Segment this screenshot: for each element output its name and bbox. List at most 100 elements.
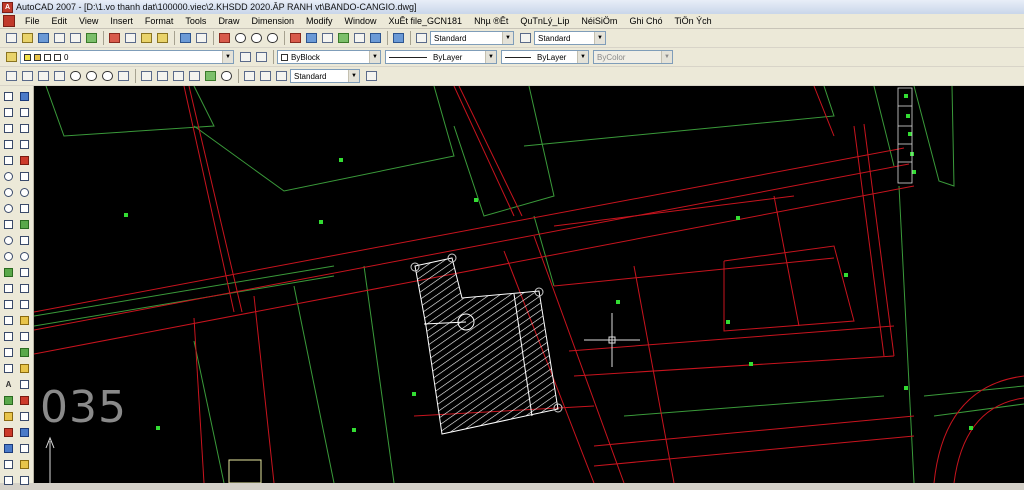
tool-j-icon[interactable]	[18, 394, 31, 406]
diameter-dimension-icon[interactable]	[100, 69, 115, 84]
menu-window[interactable]: Window	[339, 14, 383, 29]
array-icon[interactable]	[18, 154, 31, 166]
menu-view[interactable]: View	[73, 14, 104, 29]
tool-i-icon[interactable]	[18, 378, 31, 390]
menu-ghi-chu[interactable]: Ghi Chó	[623, 14, 668, 29]
menu-tools[interactable]: Tools	[179, 14, 212, 29]
menu-format[interactable]: Format	[139, 14, 180, 29]
trim-icon[interactable]	[18, 234, 31, 246]
menu-modify[interactable]: Modify	[300, 14, 339, 29]
linetype-select[interactable]: ByLayer ▼	[385, 50, 497, 64]
tool-l-icon[interactable]	[18, 426, 31, 438]
chamfer-icon[interactable]	[18, 298, 31, 310]
join-icon[interactable]	[18, 282, 31, 294]
baseline-dimension-icon[interactable]	[155, 69, 170, 84]
tool-m-icon[interactable]	[18, 442, 31, 454]
text-style-select[interactable]: Standard ▼	[430, 31, 514, 45]
table-icon[interactable]	[2, 362, 15, 374]
arc-length-icon[interactable]	[36, 69, 51, 84]
region-icon[interactable]	[2, 346, 15, 358]
layer-select[interactable]: 0 ▼	[20, 50, 234, 64]
sheet-set-icon[interactable]	[336, 31, 351, 46]
menu-dimension[interactable]: Dimension	[245, 14, 300, 29]
tool-c-icon[interactable]	[2, 426, 15, 438]
gradient-icon[interactable]	[2, 330, 15, 342]
ellipse-icon[interactable]	[2, 234, 15, 246]
dimension-edit-icon[interactable]	[242, 69, 257, 84]
move-icon[interactable]	[18, 170, 31, 182]
angular-dimension-icon[interactable]	[116, 69, 131, 84]
radius-dimension-icon[interactable]	[68, 69, 83, 84]
menu-noi-suy[interactable]: NéiSiÖm	[575, 14, 623, 29]
explode-icon[interactable]	[18, 330, 31, 342]
menu-quan-ly[interactable]: QuTnLý_Lip	[514, 14, 575, 29]
linear-dimension-icon[interactable]	[4, 69, 19, 84]
dim-style-select[interactable]: Standard ▼	[534, 31, 606, 45]
paste-icon[interactable]	[139, 31, 154, 46]
copy-object-icon[interactable]	[18, 106, 31, 118]
tool-a-icon[interactable]	[2, 394, 15, 406]
stretch-icon[interactable]	[18, 218, 31, 230]
zoom-previous-icon[interactable]	[265, 31, 280, 46]
mirror-icon[interactable]	[18, 122, 31, 134]
erase-icon[interactable]	[18, 90, 31, 102]
arc-icon[interactable]	[2, 170, 15, 182]
menu-nha-dat[interactable]: Nhµ ®Êt	[468, 14, 514, 29]
multiline-text-icon[interactable]: A	[2, 378, 15, 390]
table-style-select[interactable]: Standard ▼	[290, 69, 360, 83]
menu-draw[interactable]: Draw	[212, 14, 245, 29]
redo-icon[interactable]	[194, 31, 209, 46]
zoom-window-icon[interactable]	[249, 31, 264, 46]
markup-icon[interactable]	[352, 31, 367, 46]
publish-icon[interactable]	[84, 31, 99, 46]
rotate-icon[interactable]	[18, 186, 31, 198]
continue-dimension-icon[interactable]	[171, 69, 186, 84]
tolerance-icon[interactable]	[203, 69, 218, 84]
construction-line-icon[interactable]	[2, 106, 15, 118]
pan-icon[interactable]	[217, 31, 232, 46]
ellipse-arc-icon[interactable]	[2, 250, 15, 262]
make-current-layer-icon[interactable]	[238, 50, 253, 65]
quick-dimension-icon[interactable]	[139, 69, 154, 84]
new-icon[interactable]	[4, 31, 19, 46]
tool-o-icon[interactable]	[18, 474, 31, 486]
cut-icon[interactable]	[107, 31, 122, 46]
copy-icon[interactable]	[123, 31, 138, 46]
match-properties-icon[interactable]	[155, 31, 170, 46]
layer-previous-icon[interactable]	[254, 50, 269, 65]
dimension-text-edit-icon[interactable]	[258, 69, 273, 84]
help-icon[interactable]	[391, 31, 406, 46]
undo-icon[interactable]	[178, 31, 193, 46]
tool-k-icon[interactable]	[18, 410, 31, 422]
circle-icon[interactable]	[2, 186, 15, 198]
zoom-realtime-icon[interactable]	[233, 31, 248, 46]
ordinate-dimension-icon[interactable]	[52, 69, 67, 84]
tool-f-icon[interactable]	[2, 474, 15, 486]
line-icon[interactable]	[2, 90, 15, 102]
color-select[interactable]: ByBlock ▼	[277, 50, 381, 64]
tool-e-icon[interactable]	[2, 458, 15, 470]
aligned-dimension-icon[interactable]	[20, 69, 35, 84]
polyline-icon[interactable]	[2, 122, 15, 134]
tool-g-icon[interactable]	[18, 346, 31, 358]
menu-edit[interactable]: Edit	[46, 14, 74, 29]
open-icon[interactable]	[20, 31, 35, 46]
jogged-dimension-icon[interactable]	[84, 69, 99, 84]
tool-palettes-icon[interactable]	[320, 31, 335, 46]
properties-icon[interactable]	[288, 31, 303, 46]
tool-n-icon[interactable]	[18, 458, 31, 470]
document-icon[interactable]	[3, 15, 15, 27]
menu-insert[interactable]: Insert	[104, 14, 139, 29]
rectangle-icon[interactable]	[2, 154, 15, 166]
tool-b-icon[interactable]	[2, 410, 15, 422]
print-preview-icon[interactable]	[68, 31, 83, 46]
tool-d-icon[interactable]	[2, 442, 15, 454]
menu-file[interactable]: File	[19, 14, 46, 29]
extend-icon[interactable]	[18, 250, 31, 262]
point-icon[interactable]	[2, 298, 15, 310]
revision-cloud-icon[interactable]	[2, 202, 15, 214]
menu-tien-ich[interactable]: TiÖn Ých	[668, 14, 717, 29]
spline-icon[interactable]	[2, 218, 15, 230]
tool-h-icon[interactable]	[18, 362, 31, 374]
hatch-icon[interactable]	[2, 314, 15, 326]
